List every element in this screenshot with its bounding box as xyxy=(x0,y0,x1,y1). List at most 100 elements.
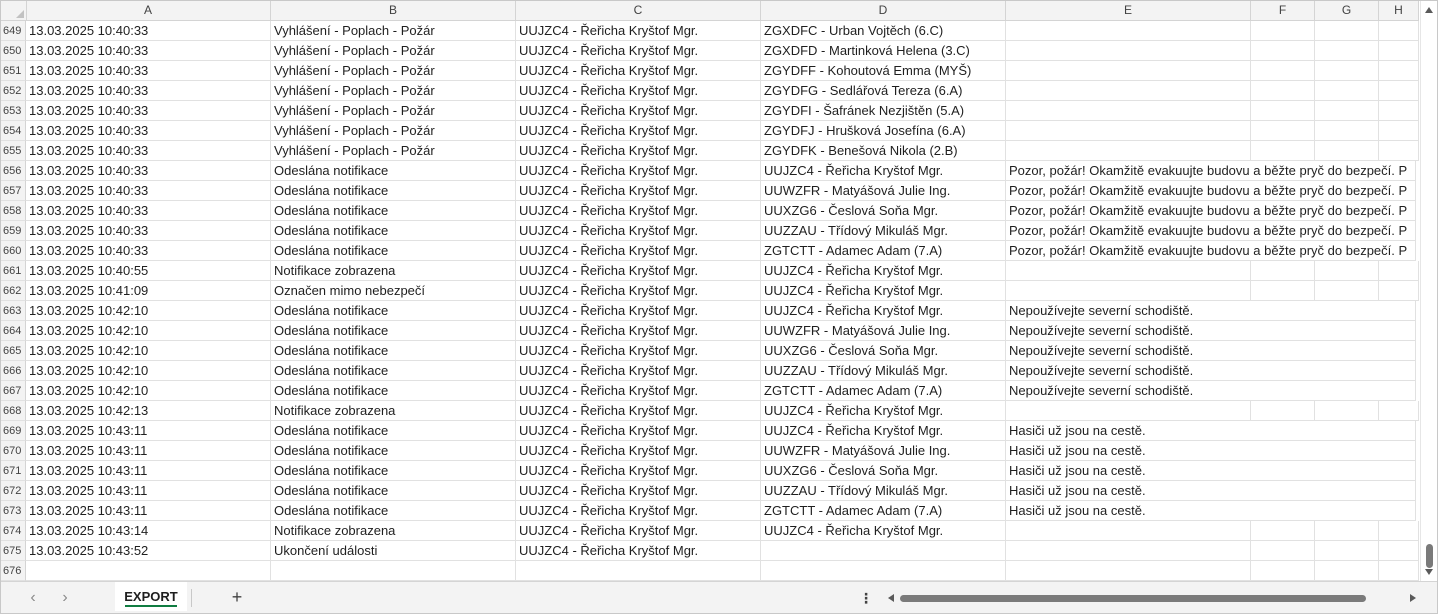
cell-b[interactable]: Odeslána notifikace xyxy=(271,441,516,461)
cell-c[interactable]: UUJZC4 - Řeřicha Kryštof Mgr. xyxy=(516,61,761,81)
cell-a[interactable]: 13.03.2025 10:43:11 xyxy=(26,481,271,501)
cell-b[interactable]: Označen mimo nebezpečí xyxy=(271,281,516,301)
cell-c[interactable]: UUJZC4 - Řeřicha Kryštof Mgr. xyxy=(516,321,761,341)
cell-h[interactable] xyxy=(1379,41,1419,61)
cell-b[interactable]: Odeslána notifikace xyxy=(271,321,516,341)
cell-a[interactable]: 13.03.2025 10:42:10 xyxy=(26,381,271,401)
row-header[interactable]: 662 xyxy=(1,281,26,301)
cell-g[interactable] xyxy=(1315,261,1379,281)
cell-e[interactable]: Nepoužívejte severní schodiště. xyxy=(1006,301,1416,321)
more-vertical-icon[interactable]: ⋮ xyxy=(859,587,873,609)
cell-a[interactable]: 13.03.2025 10:42:13 xyxy=(26,401,271,421)
cell-f[interactable] xyxy=(1251,21,1315,41)
column-header-d[interactable]: D xyxy=(761,1,1006,20)
cell-b[interactable]: Odeslána notifikace xyxy=(271,161,516,181)
cell-h[interactable] xyxy=(1379,61,1419,81)
cell-c[interactable]: UUJZC4 - Řeřicha Kryštof Mgr. xyxy=(516,301,761,321)
cell-f[interactable] xyxy=(1251,141,1315,161)
cell-h[interactable] xyxy=(1379,541,1419,561)
cell-d[interactable]: UUJZC4 - Řeřicha Kryštof Mgr. xyxy=(761,421,1006,441)
row-header[interactable]: 668 xyxy=(1,401,26,421)
cell-f[interactable] xyxy=(1251,121,1315,141)
cell-d[interactable]: ZGYDFF - Kohoutová Emma (MYŠ) xyxy=(761,61,1006,81)
cell-h[interactable] xyxy=(1379,101,1419,121)
cell-a[interactable]: 13.03.2025 10:40:33 xyxy=(26,221,271,241)
cell-e[interactable] xyxy=(1006,521,1251,541)
row-header[interactable]: 660 xyxy=(1,241,26,261)
cell-g[interactable] xyxy=(1315,521,1379,541)
cell-d[interactable]: ZGTCTT - Adamec Adam (7.A) xyxy=(761,241,1006,261)
cell-e[interactable]: Hasiči už jsou na cestě. xyxy=(1006,421,1416,441)
cell-b[interactable]: Notifikace zobrazena xyxy=(271,521,516,541)
cell-d[interactable]: ZGYDFI - Šafránek Nezjištěn (5.A) xyxy=(761,101,1006,121)
row-header[interactable]: 661 xyxy=(1,261,26,281)
cell-b[interactable]: Odeslána notifikace xyxy=(271,361,516,381)
cell-e[interactable]: Pozor, požár! Okamžitě evakuujte budovu … xyxy=(1006,161,1416,181)
cell-a[interactable]: 13.03.2025 10:40:33 xyxy=(26,241,271,261)
row-header[interactable]: 649 xyxy=(1,21,26,41)
row-header[interactable]: 657 xyxy=(1,181,26,201)
row-header[interactable]: 663 xyxy=(1,301,26,321)
cell-a[interactable]: 13.03.2025 10:40:33 xyxy=(26,101,271,121)
cell-b[interactable]: Odeslána notifikace xyxy=(271,301,516,321)
cell-e[interactable] xyxy=(1006,21,1251,41)
cell-c[interactable]: UUJZC4 - Řeřicha Kryštof Mgr. xyxy=(516,261,761,281)
row-header[interactable]: 656 xyxy=(1,161,26,181)
cell-c[interactable]: UUJZC4 - Řeřicha Kryštof Mgr. xyxy=(516,381,761,401)
horizontal-scroll-thumb[interactable] xyxy=(900,595,1366,602)
row-header[interactable]: 659 xyxy=(1,221,26,241)
cell-b[interactable]: Odeslána notifikace xyxy=(271,341,516,361)
cell-d[interactable]: UUWZFR - Matyášová Julie Ing. xyxy=(761,321,1006,341)
cell-a[interactable]: 13.03.2025 10:40:33 xyxy=(26,21,271,41)
cell-h[interactable] xyxy=(1379,561,1419,581)
cell-c[interactable]: UUJZC4 - Řeřicha Kryštof Mgr. xyxy=(516,441,761,461)
cell-f[interactable] xyxy=(1251,521,1315,541)
cell-d[interactable]: UUJZC4 - Řeřicha Kryštof Mgr. xyxy=(761,281,1006,301)
cell-b[interactable]: Vyhlášení - Poplach - Požár xyxy=(271,41,516,61)
column-header-f[interactable]: F xyxy=(1251,1,1315,20)
cell-b[interactable]: Vyhlášení - Poplach - Požár xyxy=(271,81,516,101)
cell-e[interactable] xyxy=(1006,61,1251,81)
scroll-right-arrow-icon[interactable] xyxy=(1410,594,1416,602)
cell-a[interactable]: 13.03.2025 10:40:55 xyxy=(26,261,271,281)
cell-a[interactable]: 13.03.2025 10:42:10 xyxy=(26,341,271,361)
cell-b[interactable]: Vyhlášení - Poplach - Požár xyxy=(271,21,516,41)
row-header[interactable]: 669 xyxy=(1,421,26,441)
cell-e[interactable]: Hasiči už jsou na cestě. xyxy=(1006,461,1416,481)
cell-a[interactable]: 13.03.2025 10:40:33 xyxy=(26,161,271,181)
cell-b[interactable] xyxy=(271,561,516,581)
cell-d[interactable]: ZGYDFJ - Hrušková Josefína (6.A) xyxy=(761,121,1006,141)
cell-b[interactable]: Vyhlášení - Poplach - Požár xyxy=(271,61,516,81)
cell-d[interactable]: UUJZC4 - Řeřicha Kryštof Mgr. xyxy=(761,401,1006,421)
cell-c[interactable]: UUJZC4 - Řeřicha Kryštof Mgr. xyxy=(516,121,761,141)
row-header[interactable]: 650 xyxy=(1,41,26,61)
cell-d[interactable] xyxy=(761,561,1006,581)
cell-f[interactable] xyxy=(1251,401,1315,421)
cell-c[interactable]: UUJZC4 - Řeřicha Kryštof Mgr. xyxy=(516,221,761,241)
cell-d[interactable]: ZGXDFC - Urban Vojtěch (6.C) xyxy=(761,21,1006,41)
cell-b[interactable]: Notifikace zobrazena xyxy=(271,401,516,421)
cell-h[interactable] xyxy=(1379,261,1419,281)
cell-b[interactable]: Vyhlášení - Poplach - Požár xyxy=(271,101,516,121)
column-header-e[interactable]: E xyxy=(1006,1,1251,20)
row-header[interactable]: 674 xyxy=(1,521,26,541)
row-header[interactable]: 672 xyxy=(1,481,26,501)
chevron-left-icon[interactable]: ‹ xyxy=(24,589,42,607)
cell-c[interactable]: UUJZC4 - Řeřicha Kryštof Mgr. xyxy=(516,421,761,441)
cell-a[interactable]: 13.03.2025 10:43:11 xyxy=(26,501,271,521)
cell-g[interactable] xyxy=(1315,541,1379,561)
cell-c[interactable] xyxy=(516,561,761,581)
cell-e[interactable]: Nepoužívejte severní schodiště. xyxy=(1006,361,1416,381)
cell-c[interactable]: UUJZC4 - Řeřicha Kryštof Mgr. xyxy=(516,361,761,381)
column-header-c[interactable]: C xyxy=(516,1,761,20)
cell-c[interactable]: UUJZC4 - Řeřicha Kryštof Mgr. xyxy=(516,181,761,201)
cell-a[interactable]: 13.03.2025 10:40:33 xyxy=(26,41,271,61)
cell-d[interactable]: ZGTCTT - Adamec Adam (7.A) xyxy=(761,501,1006,521)
cell-d[interactable]: ZGYDFG - Sedlářová Tereza (6.A) xyxy=(761,81,1006,101)
cell-a[interactable]: 13.03.2025 10:43:11 xyxy=(26,461,271,481)
cell-a[interactable]: 13.03.2025 10:42:10 xyxy=(26,321,271,341)
cell-e[interactable] xyxy=(1006,561,1251,581)
cell-f[interactable] xyxy=(1251,41,1315,61)
row-header[interactable]: 675 xyxy=(1,541,26,561)
cell-d[interactable]: UUXZG6 - Česlová Soňa Mgr. xyxy=(761,341,1006,361)
